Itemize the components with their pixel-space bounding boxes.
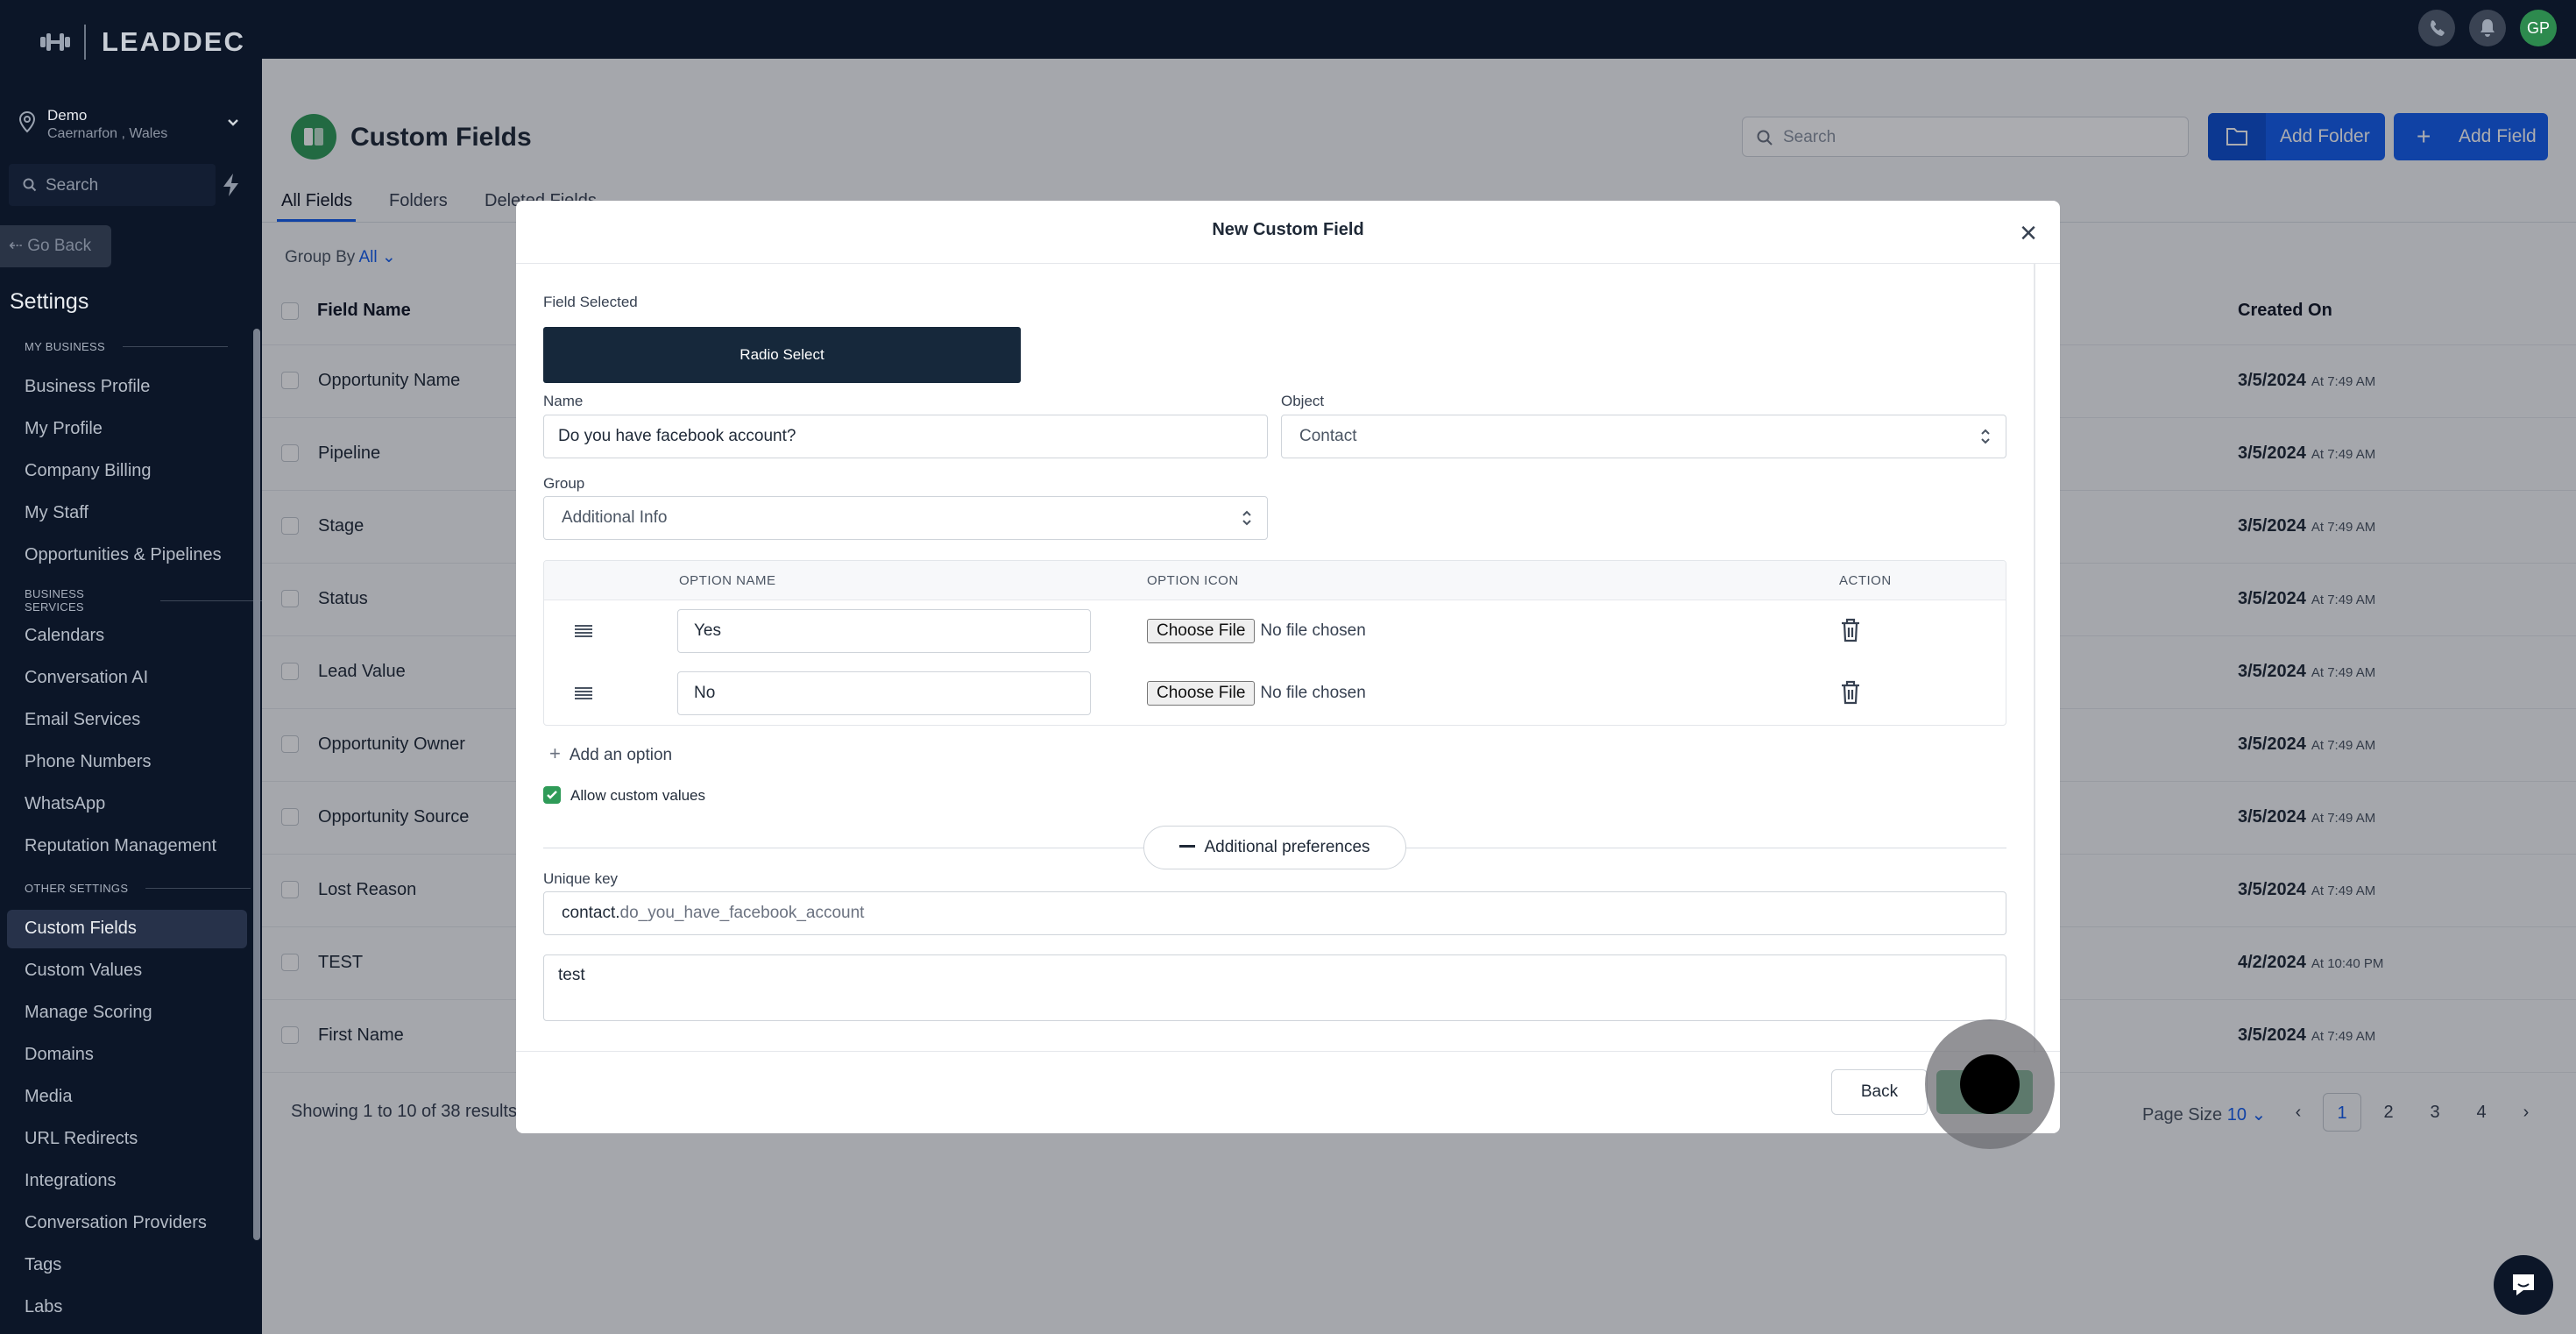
sidebar-item-manage-scoring[interactable]: Manage Scoring <box>25 1003 152 1023</box>
description-textarea[interactable]: test <box>543 954 2006 1021</box>
drag-handle-icon[interactable] <box>574 686 593 700</box>
file-status: No file chosen <box>1260 621 1366 640</box>
sidebar-item-url-redirects[interactable]: URL Redirects <box>25 1129 138 1149</box>
option-name-input[interactable]: No <box>677 671 1091 715</box>
sidebar-item-phone-numbers[interactable]: Phone Numbers <box>25 752 152 772</box>
allow-custom-values-label: Allow custom values <box>570 787 706 804</box>
sidebar-item-domains[interactable]: Domains <box>25 1045 94 1065</box>
arrow-left-icon: ⇠ <box>9 237 23 255</box>
object-label: Object <box>1281 393 1325 409</box>
column-header-action: ACTION <box>1839 573 1892 588</box>
allow-custom-values-checkbox[interactable] <box>543 786 561 804</box>
name-label: Name <box>543 393 584 409</box>
map-pin-icon <box>18 110 36 133</box>
sidebar-item-custom-values[interactable]: Custom Values <box>25 961 142 981</box>
sidebar-item-opportunities-pipelines[interactable]: Opportunities & Pipelines <box>25 545 222 565</box>
sidebar-item-conversation-providers[interactable]: Conversation Providers <box>25 1213 207 1233</box>
sidebar-item-whatsapp[interactable]: WhatsApp <box>25 794 105 814</box>
sidebar-section-my-business: MY BUSINESS <box>25 340 228 353</box>
new-custom-field-modal: New Custom Field × Field Selected Radio … <box>516 201 2060 1133</box>
select-arrows-icon <box>1242 510 1251 526</box>
sidebar-item-labs[interactable]: Labs <box>25 1297 62 1317</box>
trash-icon[interactable] <box>1839 679 1862 706</box>
sidebar-scrollbar[interactable] <box>253 329 260 1240</box>
group-label: Group <box>543 475 585 492</box>
choose-file-button[interactable]: Choose File <box>1147 619 1256 643</box>
location-name: Demo <box>47 107 88 124</box>
go-back-button[interactable]: ⇠ Go Back <box>0 225 111 267</box>
cursor-dot <box>1960 1054 2020 1114</box>
sidebar-item-tags[interactable]: Tags <box>25 1255 61 1275</box>
check-icon <box>547 791 557 799</box>
sidebar-item-company-billing[interactable]: Company Billing <box>25 461 152 481</box>
drag-handle-icon[interactable] <box>574 624 593 638</box>
sidebar-search-input[interactable]: Search <box>9 164 216 206</box>
option-icon-file-input[interactable]: Choose File No file chosen <box>1147 618 1366 644</box>
minus-icon <box>1179 844 1196 848</box>
top-bar: GP <box>0 0 2576 59</box>
plus-icon: + <box>549 742 561 764</box>
sidebar-item-email-services[interactable]: Email Services <box>25 710 140 730</box>
sidebar-item-media[interactable]: Media <box>25 1087 72 1107</box>
options-table-header: OPTION NAME OPTION ICON ACTION <box>544 561 2006 600</box>
settings-title: Settings <box>10 289 89 314</box>
name-input[interactable]: Do you have facebook account? <box>543 415 1268 458</box>
unique-key-label: Unique key <box>543 870 619 887</box>
modal-scrollbar[interactable] <box>2034 264 2035 1053</box>
choose-file-button[interactable]: Choose File <box>1147 681 1256 706</box>
modal-title: New Custom Field <box>1212 220 1364 239</box>
sidebar-item-custom-fields[interactable]: Custom Fields <box>25 919 137 939</box>
sidebar-section-other-settings: OTHER SETTINGS <box>25 882 251 895</box>
sidebar: LEADDEC Demo Caernarfon , Wales Search ⇠… <box>0 0 262 1334</box>
add-option-button[interactable]: + Add an option <box>549 742 672 765</box>
back-button[interactable]: Back <box>1831 1069 1928 1115</box>
sidebar-section-business-services: BUSINESS SERVICES <box>25 587 262 614</box>
sidebar-item-integrations[interactable]: Integrations <box>25 1171 117 1191</box>
file-status: No file chosen <box>1260 684 1366 702</box>
select-arrows-icon <box>1981 429 1990 444</box>
chat-icon <box>2513 1274 2534 1295</box>
sidebar-item-my-profile[interactable]: My Profile <box>25 419 103 439</box>
bell-icon[interactable] <box>2469 10 2506 46</box>
option-name-input[interactable]: Yes <box>677 609 1091 653</box>
column-header-option-name: OPTION NAME <box>679 573 776 588</box>
sidebar-search-placeholder: Search <box>46 176 99 195</box>
field-selected-label: Field Selected <box>543 294 638 310</box>
sidebar-item-my-staff[interactable]: My Staff <box>25 503 88 523</box>
chevron-down-icon <box>228 119 238 126</box>
option-icon-file-input[interactable]: Choose File No file chosen <box>1147 680 1366 706</box>
object-select[interactable]: Contact <box>1281 415 2006 458</box>
trash-icon[interactable] <box>1839 617 1862 643</box>
options-table: OPTION NAME OPTION ICON ACTION Yes Choos… <box>543 560 2006 726</box>
search-icon <box>23 178 37 192</box>
chat-widget-button[interactable] <box>2494 1255 2553 1315</box>
sidebar-item-conversation-ai[interactable]: Conversation AI <box>25 668 148 688</box>
phone-icon[interactable] <box>2418 10 2455 46</box>
logo-text: LEADDEC <box>102 26 245 57</box>
sidebar-item-calendars[interactable]: Calendars <box>25 626 104 646</box>
app-logo[interactable]: LEADDEC <box>39 25 245 60</box>
column-header-option-icon: OPTION ICON <box>1147 573 1239 588</box>
group-select[interactable]: Additional Info <box>543 496 1268 540</box>
lightning-icon[interactable] <box>219 172 244 198</box>
unique-key-input[interactable]: contact.do_you_have_facebook_account <box>543 891 2006 935</box>
additional-preferences-toggle[interactable]: Additional preferences <box>1143 826 1406 869</box>
sidebar-item-business-profile[interactable]: Business Profile <box>25 377 150 397</box>
user-avatar[interactable]: GP <box>2520 10 2557 46</box>
sidebar-item-reputation-management[interactable]: Reputation Management <box>25 836 216 856</box>
location-sub: Caernarfon , Wales <box>47 126 168 141</box>
dumbbell-logo-icon <box>40 33 70 51</box>
selected-field-type-card[interactable]: Radio Select <box>543 327 1021 383</box>
close-icon[interactable]: × <box>2014 218 2042 248</box>
location-switcher[interactable]: Demo Caernarfon , Wales <box>18 107 245 145</box>
